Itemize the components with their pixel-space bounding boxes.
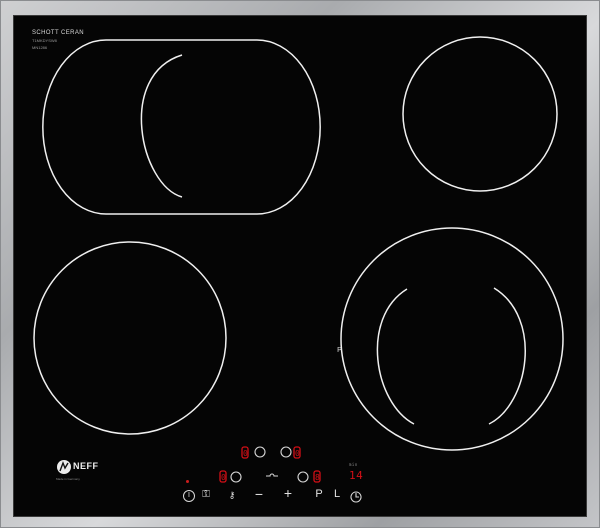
lock-button[interactable]: L xyxy=(332,488,342,500)
zone-oval-inner-arc xyxy=(140,54,183,198)
plus-button[interactable]: + xyxy=(282,486,294,500)
zone-back-right xyxy=(402,36,558,192)
upper-right-zone-display: 0 xyxy=(295,449,301,458)
key-icon: ⚷ xyxy=(228,490,236,500)
zone-front-right-inner-right-arc xyxy=(488,287,526,425)
timer-unit-label: min xyxy=(349,462,358,467)
zone-front-right-inner-left-arc xyxy=(376,288,415,425)
middle-control-ring xyxy=(297,471,309,483)
surface-model: T1MKDYSW8 xyxy=(32,38,57,43)
surface-brand-block: SCHOTT CERAN T1MKDYSW8 MN1286 xyxy=(32,30,84,50)
power-led xyxy=(186,480,189,483)
program-button[interactable]: P xyxy=(314,488,324,500)
zone-front-left xyxy=(33,241,227,435)
timer-display: 14 xyxy=(349,469,364,482)
childlock-button[interactable]: ⚿ xyxy=(200,489,212,501)
upper-left-control-ring xyxy=(254,446,266,458)
wave-symbol xyxy=(266,473,278,477)
upper-left-zone-display: 0 xyxy=(243,449,249,458)
zone-oval-outer xyxy=(42,39,321,215)
brand-logo: NEFF Made in Germany xyxy=(56,459,112,481)
middle-zone-display: 8 xyxy=(315,473,321,482)
zone-front-right-outer xyxy=(340,227,564,451)
brand-subtext: Made in Germany xyxy=(56,477,80,481)
neff-emblem-icon xyxy=(57,460,71,474)
power-button[interactable]: I xyxy=(183,490,195,502)
minus-button[interactable]: − xyxy=(253,487,265,501)
upper-right-control-ring xyxy=(280,446,292,458)
left-zone-display: 0 xyxy=(221,473,227,482)
surface-brand: SCHOTT CERAN xyxy=(32,30,85,36)
timer-button[interactable] xyxy=(351,489,363,501)
brand-wordmark: NEFF xyxy=(73,461,99,471)
center-zone-marker: P xyxy=(337,346,342,354)
surface-batch: MN1286 xyxy=(32,45,48,50)
left-control-ring xyxy=(230,471,242,483)
zone-select-button[interactable]: ⚷ xyxy=(224,489,240,501)
